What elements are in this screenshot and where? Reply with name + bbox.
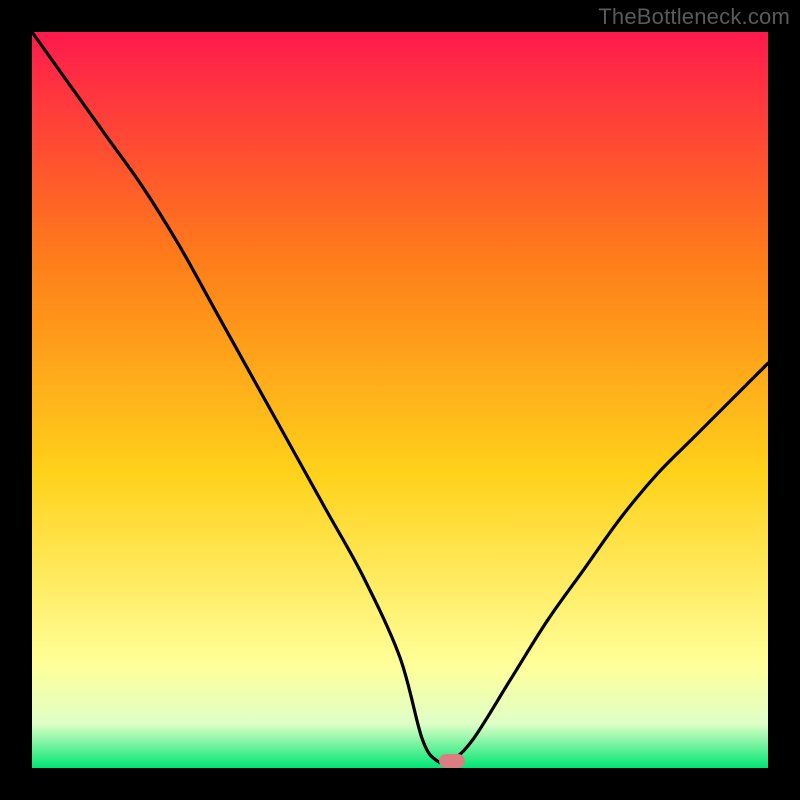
optimal-point-marker [439, 754, 465, 768]
bottleneck-curve [32, 32, 768, 768]
chart-container: { "watermark": "TheBottleneck.com", "cha… [0, 0, 800, 800]
plot-area [32, 32, 768, 768]
watermark-text: TheBottleneck.com [598, 4, 790, 30]
